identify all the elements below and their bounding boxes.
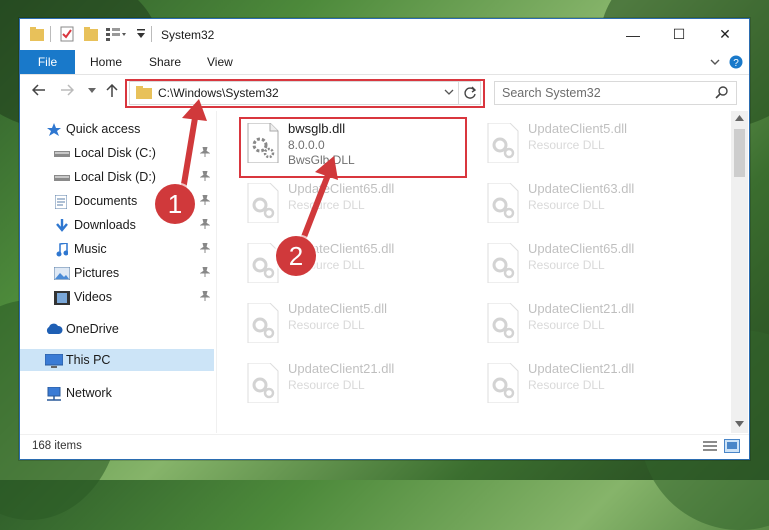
step-2-badge: 2 [276, 236, 316, 276]
annotation-arrows [180, 99, 338, 245]
step-1-badge: 1 [155, 184, 195, 224]
